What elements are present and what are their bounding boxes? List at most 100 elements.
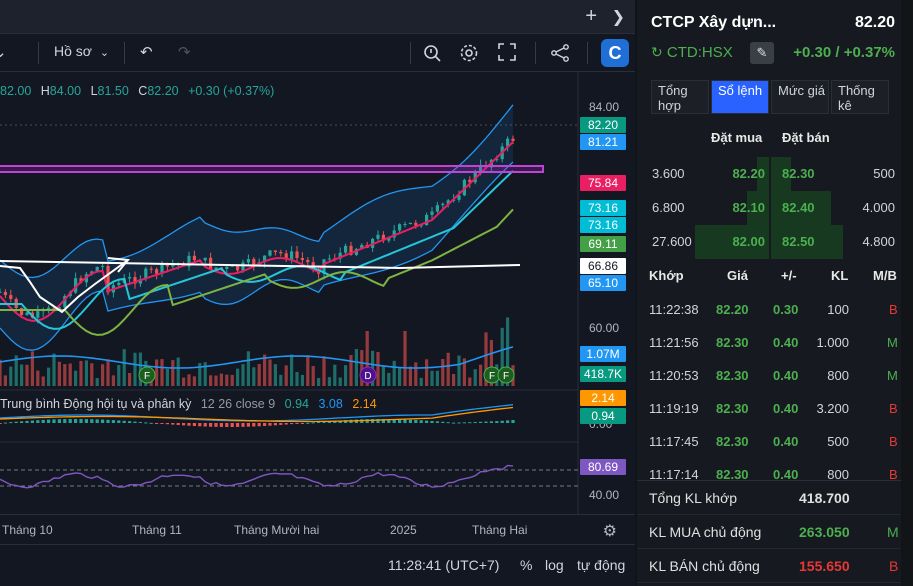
trade-row[interactable]: 11:19:19 82.30 0.40 3.200 B <box>637 392 901 425</box>
tab-thong-ke[interactable]: Thống kê <box>831 80 889 114</box>
volume-bar <box>473 369 477 386</box>
macd-bar <box>306 422 310 424</box>
brand-logo[interactable]: C <box>601 39 629 67</box>
redo-icon[interactable]: ↷ <box>178 43 191 61</box>
volume-bar <box>52 353 56 386</box>
volume-bar <box>381 366 385 386</box>
symbol-name: CTCP Xây dựn... <box>651 14 777 31</box>
trade-time: 11:22:38 <box>649 302 699 317</box>
symbol-code-text: CTD:HSX <box>666 44 733 61</box>
svg-text:F: F <box>489 371 495 382</box>
volume-bar <box>376 351 380 386</box>
macd-bar <box>128 421 132 423</box>
trade-time: 11:21:56 <box>649 335 699 350</box>
orderbook-row[interactable]: 3.600 82.20 82.30 500 <box>637 157 901 191</box>
macd-legend[interactable]: Trung bình Động hội tụ và phân kỳ 12 26 … <box>0 397 377 411</box>
tab-muc-gia[interactable]: Mức giá <box>771 80 829 114</box>
log-toggle[interactable]: log <box>545 557 564 573</box>
macd-bar <box>257 423 261 427</box>
volume-bar <box>290 354 294 386</box>
orderbook-row[interactable]: 27.600 82.00 82.50 4.800 <box>637 225 901 259</box>
volume-bar <box>479 364 483 386</box>
macd-bar <box>187 423 191 426</box>
macd-bar <box>41 419 45 423</box>
macd-bar <box>176 423 180 426</box>
bid-price: 82.10 <box>732 200 765 215</box>
volume-bar <box>111 375 115 386</box>
candle-body <box>344 245 348 253</box>
col-side: M/B <box>873 268 897 283</box>
candle-body <box>225 266 229 269</box>
percent-toggle[interactable]: % <box>520 557 532 573</box>
summary-value: 155.650 <box>799 558 850 574</box>
edit-icon[interactable]: ✎ <box>750 42 774 64</box>
add-tab-icon[interactable]: + <box>585 5 597 28</box>
candle-body <box>0 291 2 293</box>
macd-bar <box>165 423 169 425</box>
trade-row[interactable]: 11:20:53 82.30 0.40 800 M <box>637 359 901 392</box>
trade-row[interactable]: 11:21:56 82.30 0.40 1.000 M <box>637 326 901 359</box>
gear-icon[interactable]: ⚙ <box>603 521 617 541</box>
volume-bar <box>30 351 34 386</box>
chevron-right-icon[interactable]: ❯ <box>612 7 625 27</box>
macd-bar <box>452 422 456 424</box>
share-icon[interactable] <box>550 43 570 67</box>
time-label: Tháng Mười hai <box>234 523 320 537</box>
macd-bar <box>441 421 445 423</box>
rsi-tag: 80.69 <box>580 459 626 475</box>
volume-summary: Tổng KL khớp 418.700 KL MUA chủ động 263… <box>637 480 901 586</box>
orderbook-row[interactable]: 6.800 82.10 82.40 4.000 <box>637 191 901 225</box>
profile-menu[interactable]: Hồ sơ ⌄ <box>54 43 109 59</box>
macd-bar <box>20 421 24 423</box>
macd-signal-tag: 0.94 <box>580 408 626 424</box>
symbol-code[interactable]: ↻ CTD:HSX <box>651 44 733 61</box>
zone-rectangle[interactable] <box>0 165 544 173</box>
auto-toggle[interactable]: tự động <box>577 557 625 573</box>
volume-bar <box>300 374 304 386</box>
bid-qty: 27.600 <box>652 234 692 249</box>
tab-so-lenh[interactable]: Sổ lệnh <box>711 80 769 114</box>
tab-tong-hop[interactable]: Tổng hợp <box>651 80 709 114</box>
macd-bar <box>311 422 315 424</box>
volume-bar <box>344 365 348 386</box>
macd-bar <box>468 422 472 424</box>
candle-body <box>3 291 7 296</box>
trade-row[interactable]: 11:17:14 82.30 0.40 800 B <box>637 458 901 480</box>
ask-qty: 500 <box>873 166 895 181</box>
gear-icon[interactable] <box>459 43 479 67</box>
trade-row[interactable]: 11:22:38 82.20 0.30 100 B <box>637 293 901 326</box>
macd-bar <box>192 423 196 427</box>
trade-row[interactable]: 11:17:45 82.30 0.40 500 B <box>637 425 901 458</box>
alert-icon[interactable] <box>422 43 442 67</box>
price-plot[interactable]: F D F F <box>0 72 635 514</box>
macd-value: 2.14 <box>352 397 377 411</box>
volume-bar <box>322 356 326 386</box>
candle-body <box>25 312 29 315</box>
ask-qty: 4.800 <box>862 234 895 249</box>
trade-volume: 100 <box>827 302 849 317</box>
macd-bar <box>446 422 450 424</box>
fullscreen-icon[interactable] <box>498 43 516 65</box>
macd-bar <box>52 419 56 423</box>
chevron-down-icon[interactable]: ⌄ <box>0 43 7 61</box>
volume-bar <box>219 373 223 386</box>
trade-volume: 500 <box>827 434 849 449</box>
time-axis[interactable]: Tháng 10 Tháng 11 Tháng Mười hai 2025 Th… <box>0 514 635 544</box>
ma-long-tag: 69.11 <box>580 236 626 252</box>
bid-qty: 6.800 <box>652 200 685 215</box>
macd-bar <box>30 420 34 423</box>
trade-change: 0.40 <box>773 401 799 416</box>
ask-price: 82.50 <box>782 234 815 249</box>
volume-bar <box>295 371 299 386</box>
chart-pane[interactable]: + ❯ ⌄ Hồ sơ ⌄ ↶ ↷ C 82.00 H84.00 L81.50 <box>0 0 635 586</box>
volume-bar <box>101 364 105 386</box>
volume-bar <box>246 351 250 386</box>
undo-icon[interactable]: ↶ <box>140 43 153 61</box>
volume-bar <box>317 377 321 386</box>
volume-ma-tag: 1.07M <box>580 346 626 362</box>
volume-bar <box>338 377 342 386</box>
macd-bar <box>246 423 250 427</box>
macd-bar <box>317 421 321 423</box>
macd-bar <box>47 419 51 423</box>
volume-bar <box>209 375 213 386</box>
